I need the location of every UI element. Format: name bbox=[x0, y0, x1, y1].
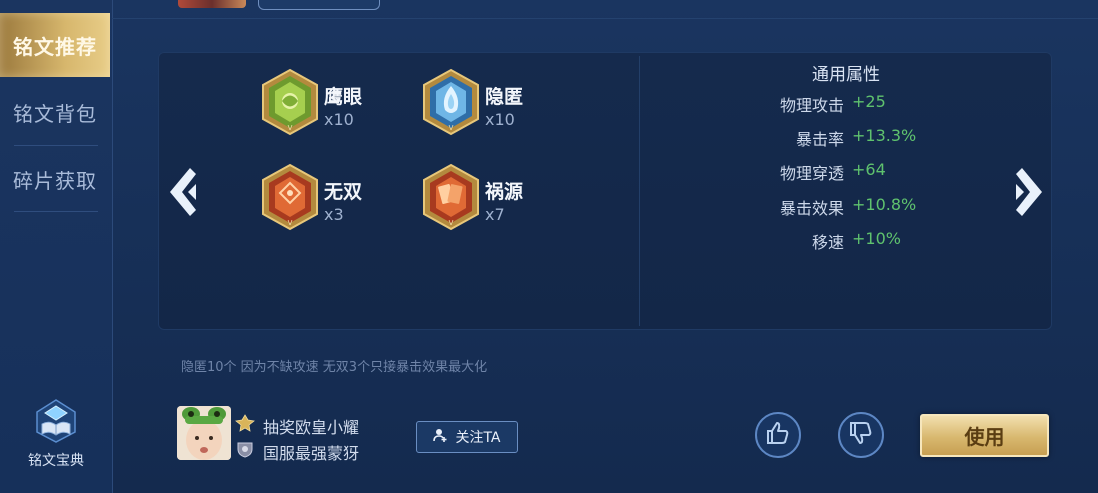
use-label: 使用 bbox=[964, 425, 1005, 449]
attributes-title: 通用属性 bbox=[812, 65, 880, 85]
red-hexagon-inscription-icon: V bbox=[260, 163, 320, 231]
inscription-item[interactable]: V 隐匿 x10 bbox=[421, 68, 571, 138]
inscription-name: 祸源 bbox=[485, 181, 524, 203]
inscription-count: x10 bbox=[485, 110, 515, 129]
book-icon bbox=[33, 398, 79, 444]
sidebar-item-label: 铭文推荐 bbox=[13, 34, 97, 59]
honor-badge-icon bbox=[235, 414, 255, 432]
attribute-value: +10% bbox=[852, 229, 901, 248]
sidebar-item-backpack[interactable]: 铭文背包 bbox=[0, 80, 110, 144]
like-button[interactable] bbox=[755, 412, 801, 458]
svg-text:V: V bbox=[449, 124, 454, 132]
attribute-row: 移速 +10% bbox=[700, 229, 1000, 253]
author-title: 抽奖欧皇小耀 bbox=[263, 418, 360, 437]
hero-avatar[interactable] bbox=[178, 0, 246, 8]
attribute-row: 暴击效果 +10.8% bbox=[700, 195, 1000, 219]
rank-badge-icon bbox=[235, 440, 255, 458]
inscription-name: 无双 bbox=[324, 181, 363, 203]
attribute-name: 移速 bbox=[811, 233, 844, 252]
attribute-row: 物理穿透 +64 bbox=[700, 160, 1000, 184]
follow-label: 关注TA bbox=[455, 430, 501, 446]
previous-arrow-icon[interactable] bbox=[166, 166, 202, 222]
thumbs-down-icon bbox=[848, 420, 874, 450]
inscription-count: x10 bbox=[324, 110, 354, 129]
divider bbox=[14, 211, 98, 212]
divider bbox=[14, 145, 98, 146]
attribute-name: 物理攻击 bbox=[779, 96, 844, 115]
inscription-name: 隐匿 bbox=[485, 86, 524, 108]
divider bbox=[639, 56, 640, 326]
inscription-item[interactable]: V 鹰眼 x10 bbox=[260, 68, 410, 138]
hero-select-button[interactable] bbox=[258, 0, 380, 10]
inscription-name: 鹰眼 bbox=[324, 86, 363, 108]
add-user-icon bbox=[433, 428, 447, 446]
sidebar: 铭文推荐 铭文背包 碎片获取 铭文宝典 bbox=[0, 0, 113, 493]
attribute-row: 暴击率 +13.3% bbox=[700, 126, 1000, 150]
sidebar-item-fragments[interactable]: 碎片获取 bbox=[0, 147, 110, 211]
inscription-count: x7 bbox=[485, 205, 505, 224]
attribute-value: +25 bbox=[852, 92, 886, 111]
next-arrow-icon[interactable] bbox=[1010, 166, 1046, 222]
svg-text:V: V bbox=[288, 219, 293, 227]
inscription-count: x3 bbox=[324, 205, 344, 224]
codex-label: 铭文宝典 bbox=[28, 453, 84, 469]
author-rank: 国服最强蒙犽 bbox=[263, 444, 360, 463]
green-hexagon-inscription-icon: V bbox=[260, 68, 320, 136]
svg-text:V: V bbox=[288, 124, 293, 132]
attribute-value: +13.3% bbox=[852, 126, 917, 145]
author-avatar[interactable] bbox=[177, 406, 231, 460]
divider bbox=[112, 18, 1098, 19]
attribute-row: 物理攻击 +25 bbox=[700, 92, 1000, 116]
inscription-item[interactable]: V 无双 x3 bbox=[260, 163, 410, 233]
sidebar-item-label: 碎片获取 bbox=[13, 168, 97, 193]
attribute-name: 物理穿透 bbox=[779, 164, 844, 183]
blue-hexagon-inscription-icon: V bbox=[421, 68, 481, 136]
dislike-button[interactable] bbox=[838, 412, 884, 458]
attribute-name: 暴击效果 bbox=[779, 199, 844, 218]
attribute-name: 暴击率 bbox=[795, 130, 844, 149]
attribute-value: +64 bbox=[852, 160, 886, 179]
use-button[interactable]: 使用 bbox=[920, 414, 1049, 457]
red-hexagon-inscription-icon: V bbox=[421, 163, 481, 231]
sidebar-item-recommend[interactable]: 铭文推荐 bbox=[0, 13, 110, 77]
attribute-value: +10.8% bbox=[852, 195, 917, 214]
thumbs-up-icon bbox=[765, 420, 791, 450]
sidebar-item-label: 铭文背包 bbox=[13, 101, 97, 126]
recommendation-note: 隐匿10个 因为不缺攻速 无双3个只接暴击效果最大化 bbox=[181, 360, 488, 375]
inscription-item[interactable]: V 祸源 x7 bbox=[421, 163, 571, 233]
codex-button[interactable]: 铭文宝典 bbox=[14, 398, 98, 484]
svg-text:V: V bbox=[449, 219, 454, 227]
follow-button[interactable]: 关注TA bbox=[416, 421, 518, 453]
